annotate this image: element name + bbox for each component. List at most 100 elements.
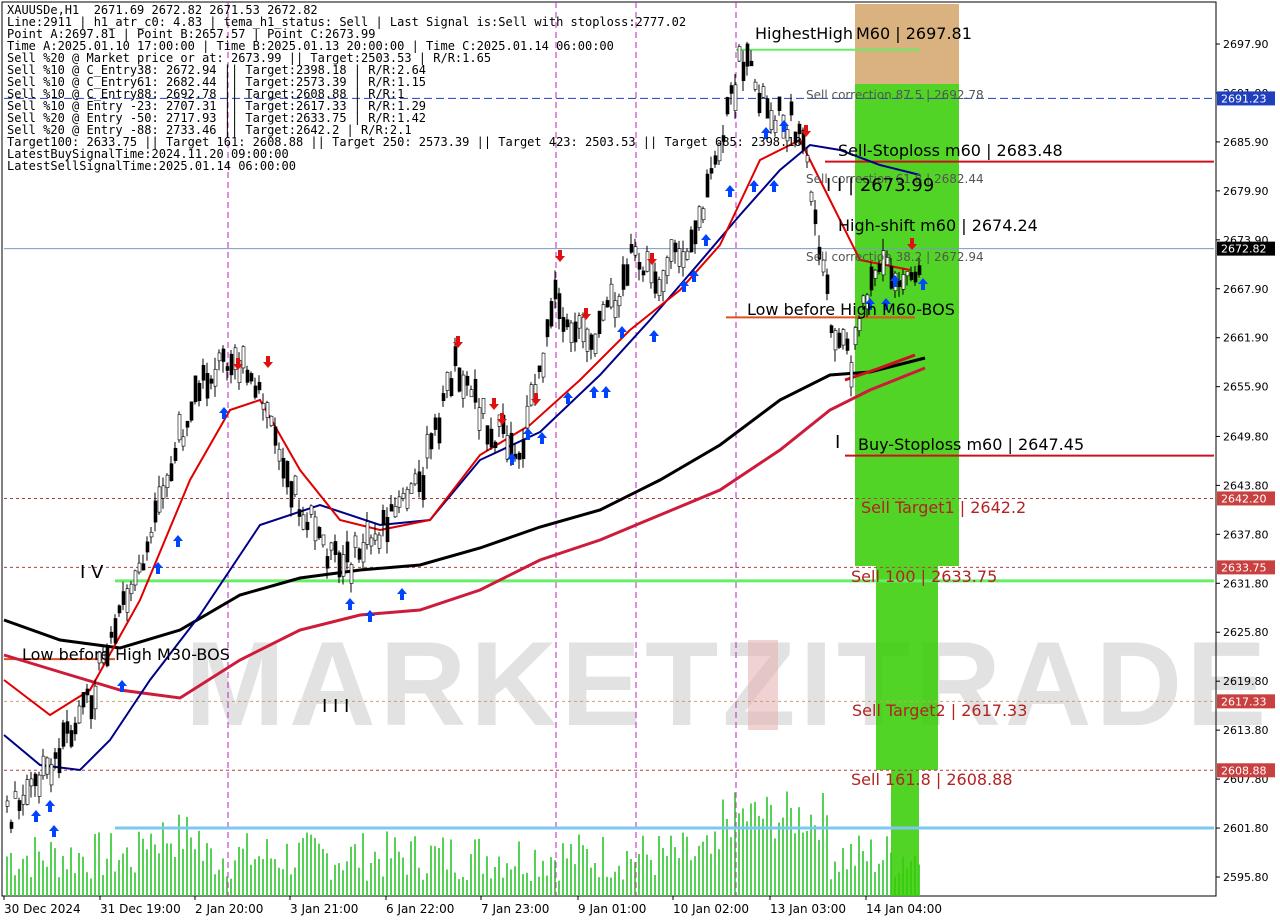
x-tick-label: 13 Jan 03:00 xyxy=(770,902,846,916)
volume-bar xyxy=(202,860,204,896)
candle-body xyxy=(313,516,318,542)
volume-bar xyxy=(94,834,96,896)
candle-body xyxy=(293,475,298,495)
candle-body xyxy=(693,220,698,245)
candle-body xyxy=(433,417,438,430)
y-tick-label: 2685.90 xyxy=(1223,136,1269,149)
volume-bar xyxy=(846,869,848,896)
candle-body xyxy=(457,367,462,392)
volume-bar xyxy=(230,878,232,896)
volume-bar xyxy=(54,848,56,896)
volume-bar xyxy=(574,864,576,896)
volume-bar xyxy=(870,839,872,896)
volume-bar xyxy=(254,859,256,896)
volume-bar xyxy=(798,807,800,896)
volume-bar xyxy=(298,842,300,896)
wave-label: I V xyxy=(80,562,104,583)
volume-bar xyxy=(486,856,488,896)
candle-body xyxy=(417,471,422,493)
candle-body xyxy=(157,486,162,513)
volume-bar xyxy=(522,874,524,896)
watermark-accent xyxy=(748,640,778,730)
candle-body xyxy=(565,319,570,328)
volume-bar xyxy=(74,873,76,896)
level-label: Low before High M60-BOS xyxy=(747,300,955,319)
candle-body xyxy=(553,279,558,300)
candle-body xyxy=(577,315,582,329)
candle-body xyxy=(549,301,554,327)
candle-body xyxy=(809,191,814,202)
level-label: M60 | 2697.81 xyxy=(856,24,972,43)
volume-bar xyxy=(166,843,168,896)
volume-bar xyxy=(878,863,880,896)
candle-body xyxy=(441,393,446,402)
candle-body xyxy=(493,441,498,448)
candle-body xyxy=(245,369,250,383)
volume-bar xyxy=(418,867,420,896)
volume-bar xyxy=(690,860,692,896)
volume-bar xyxy=(10,852,12,896)
volume-bar xyxy=(550,857,552,896)
level-label: I I | 2673.99 xyxy=(826,175,934,196)
volume-bar xyxy=(506,863,508,896)
candle-body xyxy=(125,588,130,613)
candle-body xyxy=(525,405,530,429)
volume-bar xyxy=(866,861,868,896)
candle-body xyxy=(833,330,838,351)
candle-body xyxy=(685,250,690,260)
volume-bar xyxy=(882,860,884,896)
candle-body xyxy=(177,414,182,441)
level-label: Sell 100 | 2633.75 xyxy=(851,567,997,586)
candle-body xyxy=(13,791,18,799)
candle-body xyxy=(605,300,610,308)
volume-bar xyxy=(146,849,148,896)
candle-body xyxy=(181,436,186,447)
volume-bar xyxy=(454,872,456,896)
candle-body xyxy=(585,328,590,352)
candle-body xyxy=(353,535,358,548)
candle-body xyxy=(325,556,330,569)
volume-bar xyxy=(730,837,732,896)
level-label: Low before High M30-BOS xyxy=(22,645,230,664)
volume-bar xyxy=(702,841,704,896)
candle-body xyxy=(437,417,442,444)
candle-body xyxy=(165,474,170,488)
volume-bar xyxy=(818,839,820,896)
candle-body xyxy=(597,310,602,334)
candle-body xyxy=(489,428,494,448)
candle-body xyxy=(641,270,646,276)
candle-body xyxy=(517,452,522,460)
volume-bar xyxy=(802,832,804,896)
volume-bar xyxy=(442,837,444,896)
candle-body xyxy=(329,542,334,551)
volume-bar xyxy=(858,835,860,896)
candle-body xyxy=(61,722,66,747)
candle-body xyxy=(661,270,666,293)
volume-bar xyxy=(222,858,224,896)
volume-bar xyxy=(102,874,104,896)
candle-body xyxy=(625,264,630,286)
candle-body xyxy=(557,293,562,319)
candle-body xyxy=(229,353,234,376)
candle-body xyxy=(545,319,550,338)
candle-body xyxy=(613,300,618,318)
volume-bar xyxy=(162,822,164,896)
candle-body xyxy=(393,506,398,518)
volume-bar xyxy=(774,838,776,896)
sell-zone-lower xyxy=(876,566,938,770)
y-tick-label: 2613.80 xyxy=(1223,724,1269,737)
volume-bar xyxy=(174,857,176,896)
candle-body xyxy=(621,264,626,290)
indicator-info-panel: XAUUSDe,H1 2671.69 2672.82 2671.53 2672.… xyxy=(7,4,802,172)
candle-body xyxy=(25,779,30,805)
volume-bar xyxy=(834,861,836,896)
volume-bar xyxy=(14,875,16,896)
candle-body xyxy=(357,548,362,560)
volume-bar xyxy=(110,833,112,896)
volume-bar xyxy=(270,858,272,896)
level-label: Sell 161.8 | 2608.88 xyxy=(851,770,1013,789)
level-label: Buy-Stoploss m60 | 2647.45 xyxy=(858,435,1084,454)
candle-body xyxy=(701,208,706,221)
volume-bar xyxy=(390,858,392,896)
volume-bar xyxy=(414,836,416,896)
